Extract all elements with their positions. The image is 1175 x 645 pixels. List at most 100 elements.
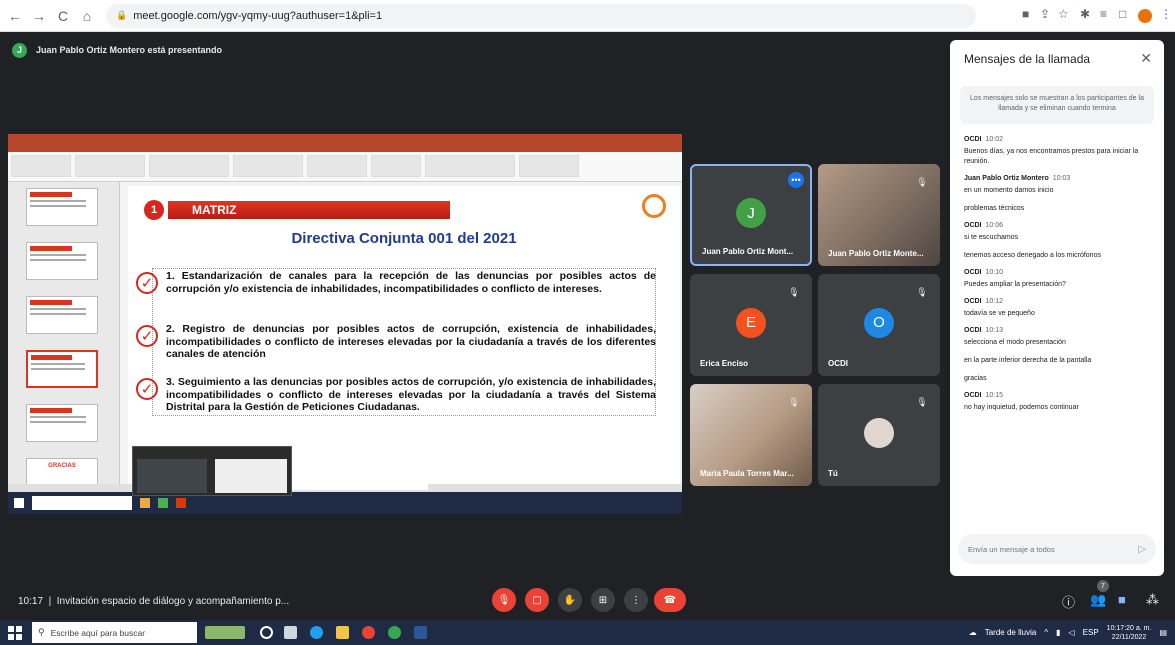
chat-message-text: selecciona el modo presentación <box>964 339 1066 346</box>
reading-list-icon[interactable]: ≡ <box>1100 7 1107 21</box>
chat-input-box: ▷ <box>958 534 1156 564</box>
info-icon[interactable]: ⓘ <box>1062 592 1075 611</box>
chat-message-text: en la parte inferior derecha de la panta… <box>964 357 1092 364</box>
participant-tile[interactable]: E 🎙 Erica Enciso <box>690 274 812 376</box>
slide-thumbnail[interactable] <box>26 404 98 442</box>
forward-icon[interactable]: → <box>30 8 48 24</box>
chrome-icon[interactable] <box>362 626 375 639</box>
home-icon[interactable]: ⌂ <box>78 8 96 24</box>
clock[interactable]: 10:17:20 a. m. 22/11/2022 <box>1107 624 1152 642</box>
participant-name: Erica Enciso <box>700 359 749 368</box>
file-explorer-icon[interactable] <box>336 626 349 639</box>
self-avatar <box>864 417 894 448</box>
menu-icon[interactable]: ⋮ <box>1160 7 1172 21</box>
preview-window[interactable] <box>215 459 287 493</box>
send-icon[interactable]: ▷ <box>1138 544 1146 555</box>
mic-off-button[interactable]: 🎙 <box>492 588 516 612</box>
chat-time: 10:03 <box>1052 175 1071 182</box>
windows-start-icon[interactable] <box>8 625 22 640</box>
powerpoint-ribbon <box>8 152 682 182</box>
presenter-banner: J Juan Pablo Ortiz Montero está presenta… <box>12 38 222 62</box>
chat-message: OCDI 10:13 selecciona el modo presentación… <box>964 327 1154 384</box>
chat-message: OCDI 10:02 Buenos días, ya nos encontramos… <box>964 136 1154 167</box>
bookmark-star-icon[interactable]: ☆ <box>1058 7 1069 21</box>
chat-message-header: OCDI 10:10 <box>964 269 1154 276</box>
slide-title: Directiva Conjunta 001 del 2021 <box>291 230 517 247</box>
participant-name: Juan Pablo Ortiz Monte... <box>828 249 924 258</box>
more-options-button[interactable]: ⋮ <box>624 588 648 612</box>
participant-avatar: J <box>736 198 766 229</box>
mic-off-icon: 🎙 <box>916 176 928 187</box>
chrome-icon <box>158 498 168 508</box>
participant-tile[interactable]: 🎙 Tú <box>818 384 940 486</box>
network-icon[interactable]: ▮ <box>1056 628 1060 637</box>
participant-tile[interactable]: 🎙 Juan Pablo Ortiz Monte... <box>818 164 940 266</box>
slide-heading: MATRIZ <box>168 201 450 219</box>
meeting-time: 10:17 <box>18 596 44 607</box>
chat-notice: Los mensajes solo se muestran a los part… <box>960 86 1154 124</box>
activities-icon[interactable]: ⁂ <box>1146 592 1159 608</box>
profile-avatar[interactable] <box>1138 9 1152 23</box>
slide-canvas: MATRIZ 1 Directiva Conjunta 001 del 2021… <box>128 186 680 486</box>
presenter-avatar: J <box>12 42 27 58</box>
participant-tile[interactable]: J ••• Juan Pablo Ortiz Mont... <box>690 164 812 266</box>
chat-input[interactable] <box>968 544 1118 554</box>
chrome-profile-icon[interactable] <box>388 626 401 639</box>
raise-hand-button[interactable]: ✋ <box>558 588 582 612</box>
people-icon[interactable]: 👥 <box>1090 592 1106 608</box>
participant-name: OCDI <box>828 359 848 368</box>
edge-icon[interactable] <box>310 626 323 639</box>
slide-thumbnail[interactable] <box>26 296 98 334</box>
chat-sender: OCDI <box>964 327 982 334</box>
browser-toolbar: ← → C ⌂ 🔒 meet.google.com/ygv-yqmy-uug?a… <box>0 0 1175 32</box>
slide-item: ✓ 1. Estandarización de canales para la … <box>136 270 656 295</box>
language-indicator[interactable]: ESP <box>1083 628 1099 637</box>
leave-call-button[interactable]: ☎ <box>654 588 686 612</box>
chevron-up-icon[interactable]: ^ <box>1044 628 1048 637</box>
side-panel-icon[interactable]: □ <box>1119 7 1126 21</box>
chat-message-text: Puedes ampliar la presentación? <box>964 281 1066 288</box>
taskbar-search[interactable]: ⚲ Escribe aquí para buscar <box>32 622 197 643</box>
system-tray: ☁ Tarde de lluvia ^ ▮ ◁ ESP 10:17:20 a. … <box>969 620 1167 645</box>
slide-thumbnail-active[interactable] <box>26 350 98 388</box>
participant-tile[interactable]: O 🎙 OCDI <box>818 274 940 376</box>
task-view-icon[interactable] <box>284 626 297 639</box>
chat-icon[interactable]: ■ <box>1118 592 1126 607</box>
news-widget-icon[interactable] <box>205 626 245 639</box>
slide-thumbnail[interactable] <box>26 242 98 280</box>
address-bar[interactable]: 🔒 meet.google.com/ygv-yqmy-uug?authuser=… <box>106 3 976 28</box>
shared-screen: GRACIAS MATRIZ 1 Directiva Conjunta 001 … <box>8 134 682 514</box>
taskbar-search-text: Escribe aquí para buscar <box>50 627 146 638</box>
speaker-icon[interactable]: ◁ <box>1069 628 1075 637</box>
back-icon[interactable]: ← <box>6 8 24 24</box>
close-icon[interactable]: ✕ <box>1140 50 1152 67</box>
chat-sender: OCDI <box>964 136 982 143</box>
notifications-icon[interactable]: ▤ <box>1159 628 1167 637</box>
slide-thumbnail[interactable] <box>26 188 98 226</box>
chat-time: 10:12 <box>985 298 1004 305</box>
extensions-icon[interactable]: ✱ <box>1080 7 1090 21</box>
camera-off-button[interactable]: ▢ <box>525 588 549 612</box>
preview-window[interactable] <box>137 459 207 493</box>
weather-text[interactable]: Tarde de lluvia <box>985 628 1037 637</box>
chat-title: Mensajes de la llamada <box>964 52 1091 66</box>
chat-sender: Juan Pablo Ortiz Montero <box>964 175 1049 182</box>
camera-icon[interactable]: ■ <box>1022 7 1029 21</box>
participant-tile[interactable]: 🎙 Maria Paula Torres Mar... <box>690 384 812 486</box>
meeting-title: Invitación espacio de diálogo y acompaña… <box>56 596 290 607</box>
slide-item: ✓ 2. Registro de denuncias por posibles … <box>136 323 656 361</box>
reload-icon[interactable]: C <box>54 8 72 24</box>
present-button[interactable]: ⊞ <box>591 588 615 612</box>
share-icon[interactable]: ⇪ <box>1040 7 1050 21</box>
word-icon[interactable] <box>414 626 427 639</box>
slide-number: 1 <box>144 200 164 220</box>
chat-sender: OCDI <box>964 392 982 399</box>
mic-off-icon: 🎙 <box>788 286 800 297</box>
lock-icon: 🔒 <box>116 10 128 20</box>
mic-off-icon: 🎙 <box>788 396 800 407</box>
cortana-icon[interactable] <box>260 626 273 639</box>
chat-message-text: no hay inquietud, podemos continuar <box>964 404 1079 411</box>
more-options-icon[interactable]: ••• <box>788 172 804 188</box>
meeting-info: 10:17 | Invitación espacio de diálogo y … <box>18 596 289 607</box>
slide-item: ✓ 3. Seguimiento a las denuncias por pos… <box>136 376 656 414</box>
